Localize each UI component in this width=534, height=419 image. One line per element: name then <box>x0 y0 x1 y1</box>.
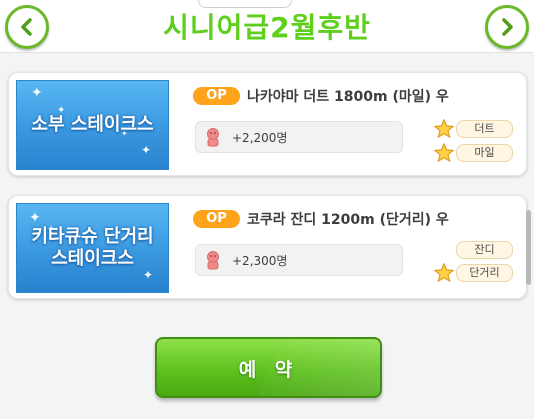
race-banner-title: 소부 스테이크스 <box>31 114 154 135</box>
race-card[interactable]: ✦ ✦ ✦ ✦ 소부 스테이크스 OP 나카야마 더트 1800m (마일) 우… <box>8 72 527 176</box>
fans-value: +2,200명 <box>232 131 288 145</box>
aptitude-tag: 더트 <box>456 120 513 138</box>
reserve-button-label: 예 약 <box>238 359 299 381</box>
race-banner: ✦ ✦ ✦ 키타큐슈 단거리 스테이크스 <box>16 203 169 293</box>
aptitude-tag: 잔디 <box>456 241 513 259</box>
fan-person-icon <box>207 251 219 270</box>
sparkle-icon: ✦ <box>141 143 152 157</box>
sparkle-icon: ✦ <box>143 268 154 282</box>
prev-button[interactable] <box>5 5 49 49</box>
fans-box: +2,200명 <box>195 121 403 153</box>
star-icon <box>434 119 454 139</box>
aptitude-tag: 단거리 <box>456 264 513 282</box>
race-name: 나카야마 더트 1800m (마일) 우 <box>247 89 449 105</box>
reserve-button[interactable]: 예 약 <box>155 337 382 398</box>
fans-value: +2,300명 <box>232 254 288 268</box>
chevron-right-icon <box>502 18 513 36</box>
race-banner: ✦ ✦ ✦ ✦ 소부 스테이크스 <box>16 80 169 170</box>
star-icon <box>434 263 454 283</box>
race-card[interactable]: ✦ ✦ ✦ 키타큐슈 단거리 스테이크스 OP 코쿠라 잔디 1200m (단거… <box>8 195 527 299</box>
chevron-left-icon <box>21 18 32 36</box>
fan-person-icon <box>207 128 219 147</box>
scrollbar[interactable] <box>526 210 531 285</box>
sparkle-icon: ✦ <box>29 210 41 226</box>
header-bar: 시니어급2월후반 <box>0 0 534 53</box>
aptitude-tag: 마일 <box>456 144 513 162</box>
race-banner-title: 키타큐슈 단거리 스테이크스 <box>31 226 154 269</box>
star-icon <box>434 143 454 163</box>
sparkle-icon: ✦ <box>31 85 43 101</box>
fans-box: +2,300명 <box>195 244 403 276</box>
grade-badge: OP <box>193 87 240 105</box>
race-name: 코쿠라 잔디 1200m (단거리) 우 <box>247 212 449 228</box>
next-button[interactable] <box>485 5 529 49</box>
grade-badge: OP <box>193 210 240 228</box>
page-title: 시니어급2월후반 <box>163 11 371 44</box>
